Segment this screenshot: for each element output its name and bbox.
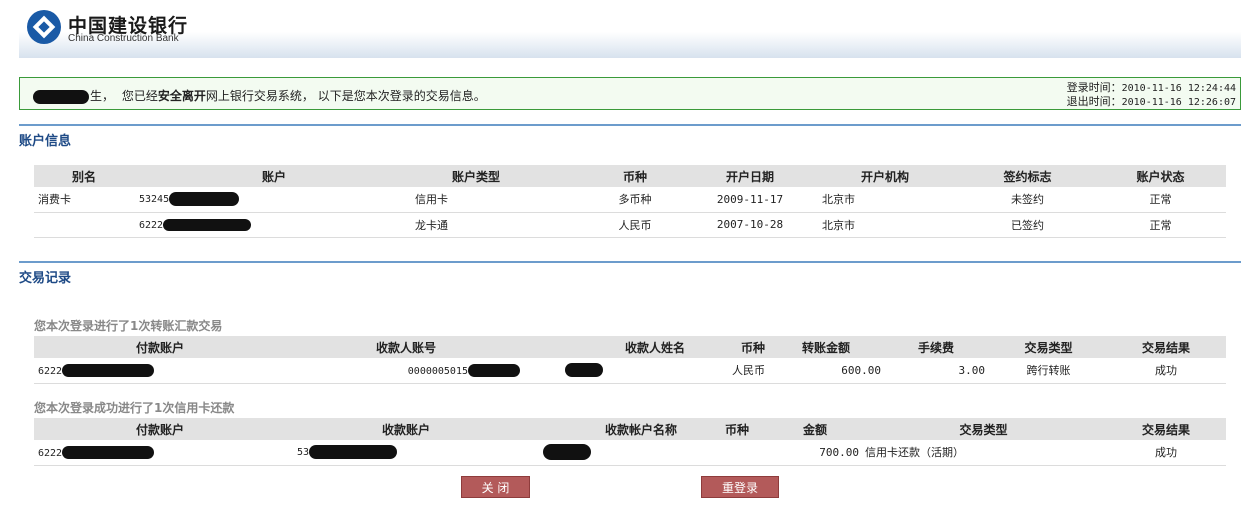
payee-account: 53 — [286, 440, 526, 466]
redacted-name — [33, 89, 89, 104]
redacted-name — [565, 363, 603, 378]
table-row: 消费卡 53245 信用卡 多币种 2009-11-17 北京市 未签约 正常 — [34, 187, 1226, 213]
transfer-fee: 3.00 — [881, 358, 991, 384]
logout-message: 生， 您已经安全离开网上银行交易系统， 以下是您本次登录的交易信息。 — [33, 87, 486, 104]
logout-status-box: 生， 您已经安全离开网上银行交易系统， 以下是您本次登录的交易信息。 登录时间：… — [19, 77, 1241, 110]
payee-name — [526, 440, 681, 466]
section-divider — [19, 124, 1241, 126]
relogin-button[interactable]: 重登录 — [701, 476, 779, 498]
repay-amount: 700.00 — [761, 440, 861, 466]
account-alias: 消费卡 — [34, 187, 134, 213]
table-row: 6222 龙卡通 人民币 2007-10-28 北京市 已签约 正常 — [34, 212, 1226, 238]
transfer-amount: 600.00 — [771, 358, 881, 384]
redacted-account — [62, 364, 155, 377]
redacted-account — [62, 446, 155, 459]
repay-currency — [681, 440, 761, 466]
payee-name — [526, 358, 691, 384]
redacted-account — [309, 445, 398, 460]
account-branch: 北京市 — [810, 212, 960, 238]
account-type: 信用卡 — [414, 187, 580, 213]
payee-account: 0000005015 — [286, 358, 526, 384]
repay-table: 付款账户 收款账户 收款帐户名称 币种 金额 交易类型 交易结果 6222 53… — [34, 418, 1226, 466]
table-row: 6222 53 700.00 信用卡还款（活期） 成功 — [34, 440, 1226, 466]
account-open-date: 2009-11-17 — [690, 187, 810, 213]
redacted-account — [468, 364, 520, 377]
account-state: 正常 — [1095, 187, 1226, 213]
account-number: 53245 — [134, 187, 414, 213]
account-currency: 人民币 — [580, 212, 690, 238]
secure-exit-text: 安全离开 — [157, 89, 206, 103]
ccb-logo-icon — [27, 10, 61, 44]
payer-account: 6222 — [34, 440, 286, 466]
transfer-result: 成功 — [1106, 358, 1226, 384]
logout-time: 2010-11-16 12:26:07 — [1121, 97, 1236, 108]
account-branch: 北京市 — [810, 187, 960, 213]
redacted-account — [163, 219, 252, 231]
transfer-header-row: 付款账户 收款人账号 收款人姓名 币种 转账金额 手续费 交易类型 交易结果 — [34, 336, 1226, 358]
repay-subtitle: 您本次登录成功进行了1次信用卡还款 — [34, 401, 235, 415]
repay-type: 信用卡还款（活期） — [861, 440, 1106, 466]
transfer-subtitle: 您本次登录进行了1次转账汇款交易 — [34, 319, 223, 333]
account-sign-flag: 已签约 — [960, 212, 1095, 238]
account-type: 龙卡通 — [414, 212, 580, 238]
account-state: 正常 — [1095, 212, 1226, 238]
account-sign-flag: 未签约 — [960, 187, 1095, 213]
records-section-title: 交易记录 — [19, 271, 72, 286]
close-button[interactable]: 关 闭 — [461, 476, 530, 498]
account-alias — [34, 212, 134, 238]
transfer-currency: 人民币 — [691, 358, 771, 384]
account-number: 6222 — [134, 212, 414, 238]
transfer-table: 付款账户 收款人账号 收款人姓名 币种 转账金额 手续费 交易类型 交易结果 6… — [34, 336, 1226, 384]
accounts-table: 别名 账户 账户类型 币种 开户日期 开户机构 签约标志 账户状态 消费卡 53… — [34, 165, 1226, 238]
account-open-date: 2007-10-28 — [690, 212, 810, 238]
redacted-name — [543, 444, 591, 461]
login-time: 2010-11-16 12:24:44 — [1121, 83, 1236, 94]
accounts-section-title: 账户信息 — [19, 134, 72, 149]
header-banner: 中国建设银行 China Construction Bank — [19, 0, 1241, 58]
table-row: 6222 0000005015 人民币 600.00 3.00 跨行转账 成功 — [34, 358, 1226, 384]
section-divider — [19, 261, 1241, 263]
payer-account: 6222 — [34, 358, 286, 384]
repay-header-row: 付款账户 收款账户 收款帐户名称 币种 金额 交易类型 交易结果 — [34, 418, 1226, 440]
accounts-header-row: 别名 账户 账户类型 币种 开户日期 开户机构 签约标志 账户状态 — [34, 165, 1226, 187]
transfer-type: 跨行转账 — [991, 358, 1106, 384]
account-currency: 多币种 — [580, 187, 690, 213]
redacted-account — [169, 192, 240, 207]
session-times: 登录时间：2010-11-16 12:24:44 退出时间：2010-11-16… — [1066, 81, 1236, 108]
repay-result: 成功 — [1106, 440, 1226, 466]
bank-name-en: China Construction Bank — [68, 33, 179, 44]
